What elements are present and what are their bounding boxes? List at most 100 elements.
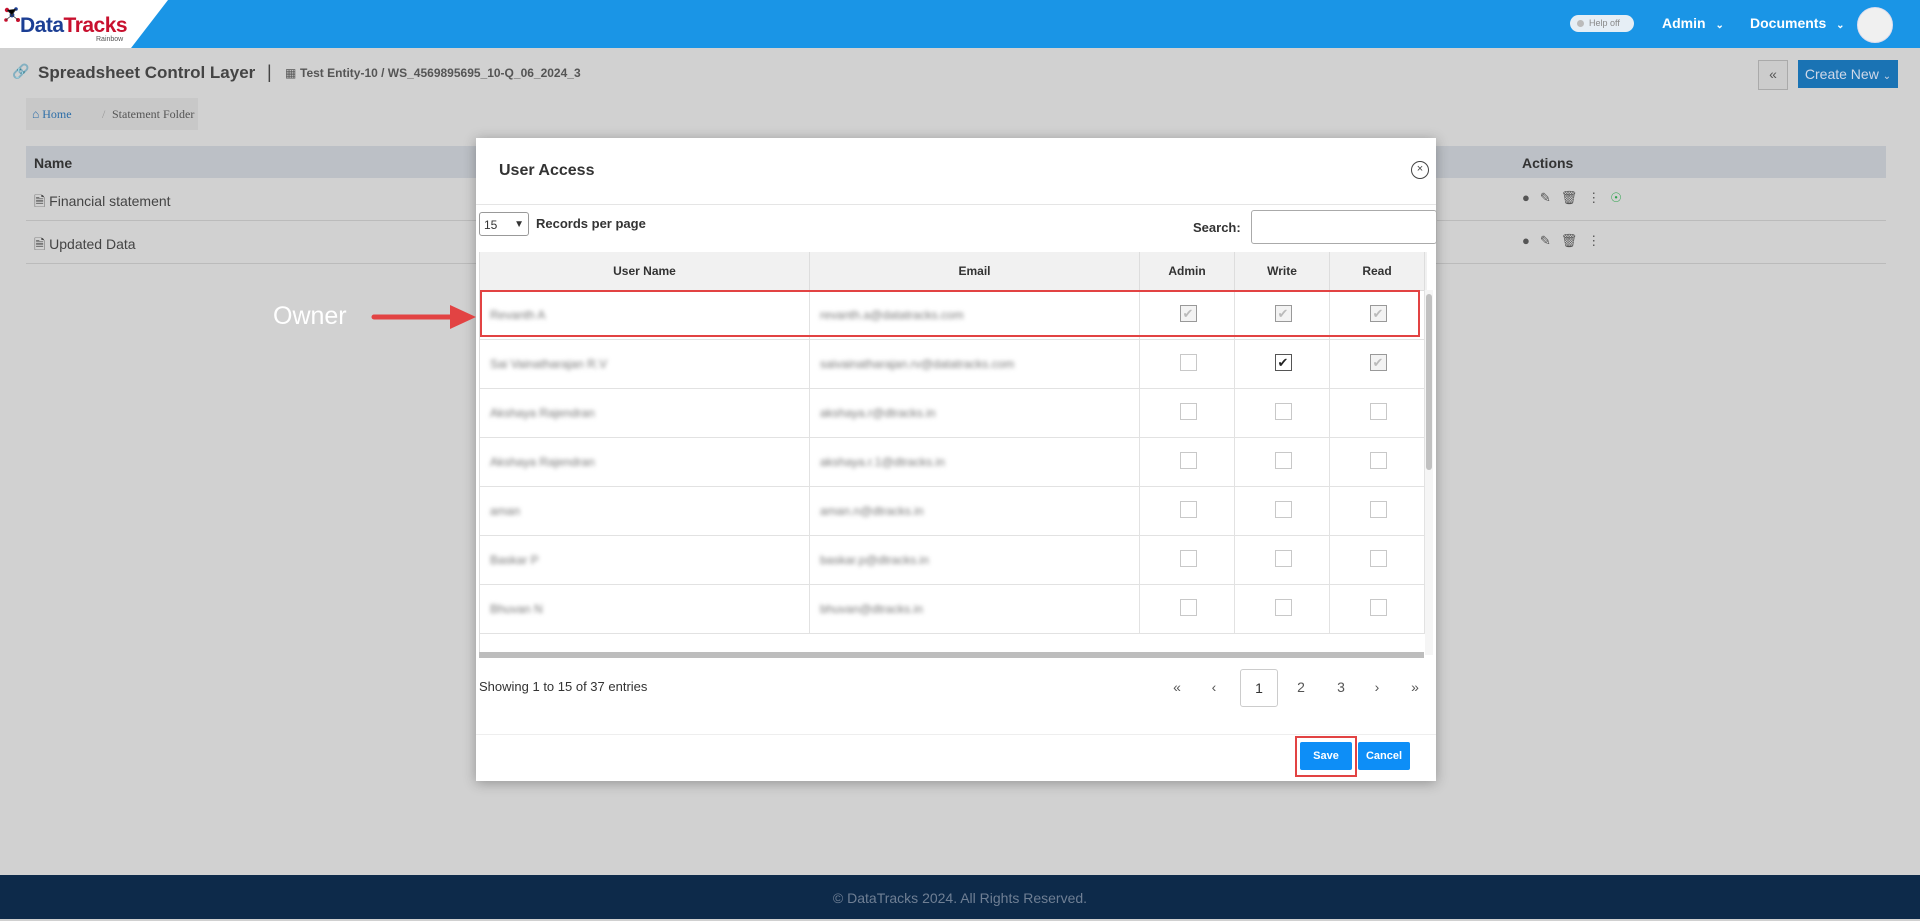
cancel-button[interactable]: Cancel [1358,742,1410,770]
admin-checkbox[interactable] [1179,599,1197,616]
scrollbar-thumb[interactable] [1426,294,1432,470]
chevron-down-icon: ⌄ [1882,71,1892,82]
write-cell: ✔ [1235,339,1330,388]
column-header-write[interactable]: Write [1235,252,1330,290]
breadcrumb: ⌂ Home / Statement Folder [26,98,198,130]
row-actions: ●✎🗑⋮ [1522,233,1610,249]
admin-cell [1140,486,1235,535]
breadcrumb-home[interactable]: ⌂ Home [32,98,72,130]
column-header-read[interactable]: Read [1330,252,1425,290]
pagination-next[interactable]: › [1366,669,1388,705]
chevron-down-icon: ▼ [514,219,524,230]
admin-cell [1140,339,1235,388]
admin-checkbox[interactable] [1179,550,1197,567]
admin-checkbox[interactable] [1179,452,1197,469]
trash-icon[interactable]: 🗑 [1561,233,1588,248]
trash-icon[interactable]: 🗑 [1561,190,1588,205]
read-cell [1330,584,1425,633]
save-button[interactable]: Save [1300,742,1352,770]
read-checkbox[interactable] [1369,599,1387,616]
upload-icon[interactable]: ☉ [1610,190,1632,205]
calendar-icon: ▦ [285,66,297,80]
owner-row-highlight [480,290,1420,337]
records-per-page-label: Records per page [536,216,646,231]
column-header-email[interactable]: Email [810,252,1140,290]
table-header: User Name Email Admin Write Read [480,252,1427,291]
table-row[interactable]: aman aman.n@dtracks.in [480,486,1427,536]
user-name-text: Akshaya Rajendran [490,406,595,420]
admin-checkbox[interactable] [1179,501,1197,518]
edit-icon[interactable]: ✎ [1540,233,1561,248]
write-checkbox[interactable] [1274,550,1292,567]
admin-menu[interactable]: Admin ⌄ [1662,15,1724,31]
chevron-down-icon: ⌄ [1836,20,1845,31]
close-icon[interactable]: × [1411,161,1429,179]
pagination-page-3[interactable]: 3 [1326,669,1356,705]
write-cell [1235,388,1330,437]
create-new-button[interactable]: Create New ⌄ [1798,60,1898,88]
write-cell [1235,486,1330,535]
write-cell [1235,584,1330,633]
admin-cell [1140,437,1235,486]
admin-cell [1140,535,1235,584]
actions-column-header: Actions [1522,155,1574,171]
row-name: 🗎 Financial statement [34,191,171,215]
table-row[interactable]: Sai Vainatharajan R.V saivainatharajan.rv… [480,339,1427,389]
read-checkbox[interactable] [1369,550,1387,567]
user-name-text: aman [490,504,521,518]
write-checkbox[interactable] [1274,452,1292,469]
footer: © DataTracks 2024. All Rights Reserved. [0,875,1920,919]
more-icon[interactable]: ⋮ [1587,190,1610,205]
search-input[interactable] [1251,210,1437,244]
more-icon[interactable]: ⋮ [1587,233,1610,248]
help-toggle[interactable]: Help off [1570,15,1634,32]
admin-checkbox[interactable] [1179,354,1197,371]
write-cell [1235,437,1330,486]
edit-icon[interactable]: ✎ [1540,190,1561,205]
pagination-previous[interactable]: ‹ [1203,669,1225,705]
email-cell: bhuvan@dtracks.in [810,584,1140,633]
table-row[interactable]: Baskar P baskar.p@dtracks.in [480,535,1427,585]
logo[interactable]: DataTracks Rainbow [0,0,168,48]
records-per-page-select[interactable]: 15 ▼ [479,212,529,236]
user-avatar[interactable] [1857,7,1893,43]
write-checkbox[interactable] [1274,599,1292,616]
table-row[interactable]: Akshaya Rajendran akshaya.r@dtracks.in [480,388,1427,438]
read-cell [1330,535,1425,584]
pagination-page-1[interactable]: 1 [1240,669,1278,707]
admin-checkbox[interactable] [1179,403,1197,420]
user-name-cell: Akshaya Rajendran [480,388,810,437]
email-text: akshaya.r@dtracks.in [820,406,936,420]
documents-menu[interactable]: Documents ⌄ [1750,15,1845,31]
read-checkbox[interactable] [1369,452,1387,469]
pagination-last[interactable]: » [1404,669,1426,705]
column-header-user-name[interactable]: User Name [480,252,810,290]
write-checkbox[interactable] [1274,403,1292,420]
pagination-page-2[interactable]: 2 [1286,669,1316,705]
link-icon: 🔗 [12,63,30,79]
table-row[interactable]: Akshaya Rajendran akshaya.r.1@dtracks.in [480,437,1427,487]
write-cell [1235,535,1330,584]
write-checkbox[interactable]: ✔ [1274,354,1292,371]
read-checkbox[interactable] [1369,403,1387,420]
pagination-first[interactable]: « [1166,669,1188,705]
column-header-admin[interactable]: Admin [1140,252,1235,290]
logo-text: DataTracks [20,14,128,37]
user-icon[interactable]: ● [1522,190,1540,205]
vertical-scrollbar[interactable] [1425,290,1433,655]
modal-footer-divider [476,734,1436,735]
document-icon: 🗎 [34,236,46,252]
read-checkbox[interactable]: ✔ [1369,354,1387,371]
modal-title: User Access [499,162,595,179]
table-row[interactable]: Bhuvan N bhuvan@dtracks.in [480,584,1427,634]
horizontal-scrollbar[interactable] [479,652,1424,658]
user-name-text: Baskar P [490,553,539,567]
collapse-button[interactable]: « [1758,60,1788,90]
email-cell: aman.n@dtracks.in [810,486,1140,535]
read-checkbox[interactable] [1369,501,1387,518]
toggle-knob [1577,20,1584,27]
user-name-cell: Bhuvan N [480,584,810,633]
user-name-text: Akshaya Rajendran [490,455,595,469]
user-icon[interactable]: ● [1522,233,1540,248]
write-checkbox[interactable] [1274,501,1292,518]
